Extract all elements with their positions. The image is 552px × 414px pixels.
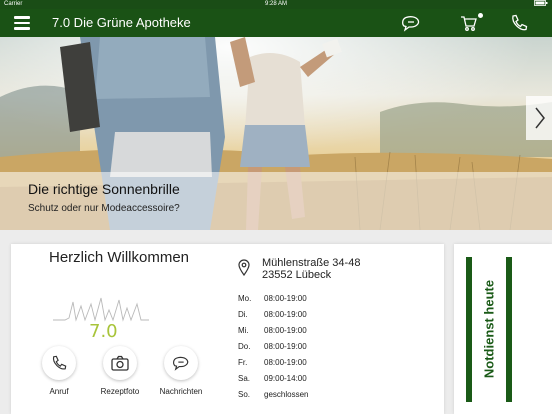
hours-row: Di. 08:00-19:00 [238,310,398,326]
hours-time: geschlossen [264,390,309,399]
welcome-title: Herzlich Willkommen [49,249,190,266]
emergency-service-card[interactable]: Notdienst heute [454,244,552,414]
emergency-bar-right [506,257,512,402]
hero-subtitle: Schutz oder nur Modeaccessoire? [28,203,180,214]
hours-row: Sa. 09:00-14:00 [238,374,398,390]
clock: 9:28 AM [264,1,287,7]
hero-banner[interactable]: Die richtige Sonnenbrille Schutz oder nu… [0,37,552,230]
hours-day: Di. [238,310,248,319]
emergency-service-label: Notdienst heute [481,279,497,379]
top-navigation-bar: 7.0 Die Grüne Apotheke [0,9,552,37]
welcome-card: Herzlich Willkommen 7.0 Anruf Rezeptfoto… [11,244,444,414]
cart-icon[interactable] [460,13,483,32]
chat-icon[interactable] [401,14,421,32]
prescription-photo-button[interactable]: Rezeptfoto [90,346,150,396]
address-city: 23552 Lübeck [262,269,332,281]
phone-icon[interactable] [510,14,530,32]
hours-row: So. geschlossen [238,390,398,406]
hours-day: Fr. [238,358,248,367]
messages-button[interactable]: Nachrichten [151,346,211,396]
status-bar: Carrier 9:28 AM [0,0,552,9]
call-button[interactable]: Anruf [29,346,89,396]
hours-day: Mo. [238,294,252,303]
hours-day: Mi. [238,326,249,335]
hours-day: So. [238,390,251,399]
hours-row: Fr. 08:00-19:00 [238,358,398,374]
phone-icon [52,355,67,370]
hours-time: 08:00-19:00 [264,294,307,303]
hours-row: Mi. 08:00-19:00 [238,326,398,342]
hours-time: 08:00-19:00 [264,310,307,319]
hours-time: 08:00-19:00 [264,326,307,335]
prescription-photo-label: Rezeptfoto [100,387,140,396]
hours-row: Mo. 08:00-19:00 [238,294,398,310]
pharmacy-logo: 7.0 [51,290,151,342]
logo-text: 7.0 [89,321,118,340]
cart-badge [478,13,483,18]
hero-title: Die richtige Sonnenbrille [28,181,180,197]
hero-next-button[interactable] [526,96,552,140]
hours-day: Sa. [238,374,251,383]
call-label: Anruf [49,387,69,396]
camera-icon [111,355,129,371]
location-pin-icon [238,259,250,277]
emergency-bar-left [466,257,472,402]
hours-row: Do. 08:00-19:00 [238,342,398,358]
opening-hours: Mo. 08:00-19:00 Di. 08:00-19:00 Mi. 08:00-1… [238,294,398,406]
hours-time: 08:00-19:00 [264,358,307,367]
app-title: 7.0 Die Grüne Apotheke [52,15,191,30]
messages-label: Nachrichten [159,387,203,396]
menu-icon[interactable] [14,16,30,30]
hours-day: Do. [238,342,251,351]
chevron-right-icon [535,107,545,129]
chat-icon [173,356,189,371]
hours-time: 08:00-19:00 [264,342,307,351]
address-street: Mühlenstraße 34-48 [262,257,361,269]
hours-time: 09:00-14:00 [264,374,307,383]
